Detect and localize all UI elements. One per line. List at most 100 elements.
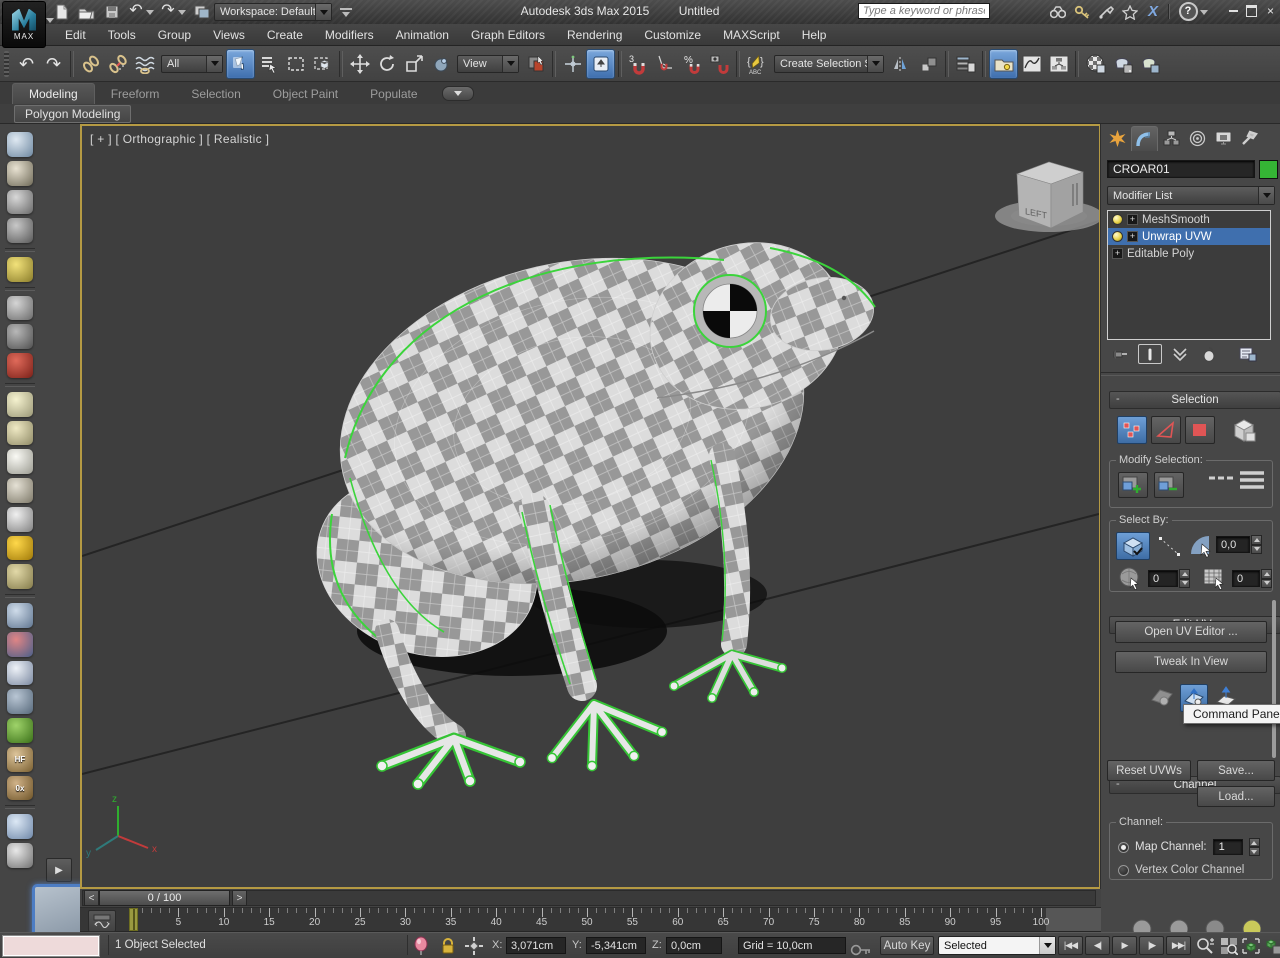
polygon-modeling-panel-button[interactable]: Polygon Modeling [14, 105, 131, 123]
previous-frame-arrow[interactable]: < [84, 890, 99, 906]
ribbon-tab-freeform[interactable]: Freeform [95, 84, 176, 104]
command-panel-scrollbar[interactable] [1272, 600, 1276, 758]
make-unique-button[interactable] [1169, 345, 1191, 363]
expand-plus-icon[interactable]: + [1112, 248, 1123, 259]
plane-primitive-icon[interactable] [7, 392, 33, 417]
fur-ox-icon[interactable]: 0x [7, 776, 33, 801]
key-filter-dropdown[interactable]: Selected [938, 936, 1056, 955]
tab-motion[interactable] [1185, 126, 1210, 150]
render-setup-button[interactable] [1109, 50, 1136, 78]
select-and-manipulate-button[interactable] [427, 50, 454, 78]
map-channel-spinner[interactable] [1249, 838, 1260, 856]
window-crossing-toggle-button[interactable] [309, 50, 336, 78]
current-frame-marker[interactable] [129, 908, 138, 931]
edit-named-selection-sets-button[interactable]: {}ABC [743, 50, 770, 78]
menu-item-maxscript[interactable]: MAXScript [712, 26, 791, 44]
angle-threshold-spinner[interactable] [1251, 535, 1262, 554]
maxscript-mini-listener[interactable] [2, 935, 100, 957]
menu-item-animation[interactable]: Animation [385, 26, 460, 44]
menu-item-group[interactable]: Group [147, 26, 202, 44]
autodesk-exchange-icon[interactable]: X [1143, 2, 1163, 20]
open-mini-curve-editor-button[interactable] [88, 910, 116, 932]
go-to-end-button[interactable]: ▶▶| [1166, 936, 1191, 955]
keyboard-shortcut-override-toggle[interactable] [586, 49, 615, 79]
menu-item-graph-editors[interactable]: Graph Editors [460, 26, 556, 44]
manipulate-cross-icon[interactable] [559, 50, 586, 78]
zoom-mode-button[interactable] [1194, 935, 1216, 956]
communication-center-icon[interactable] [1096, 3, 1116, 21]
tab-modify[interactable] [1131, 126, 1158, 151]
show-end-result-button[interactable] [1138, 344, 1162, 364]
z-coordinate-field[interactable]: 0,0cm [666, 937, 722, 954]
sphere-blue-icon[interactable] [7, 814, 33, 839]
graphite-ribbon-toggle-button[interactable] [989, 49, 1018, 79]
polygon-subobject-button[interactable] [1185, 416, 1215, 444]
smoothing-group-field[interactable]: 0 [1148, 570, 1178, 587]
render-production-button[interactable] [1136, 50, 1163, 78]
named-selection-sets-dropdown[interactable]: Create Selection Se [774, 55, 884, 73]
quick-render-teapot-icon[interactable] [7, 132, 33, 157]
project-workspace-icon[interactable] [192, 3, 212, 21]
toolbar-grip[interactable] [4, 51, 9, 77]
curve-editor-button[interactable] [1018, 50, 1045, 78]
reference-coordinate-system-dropdown[interactable]: View [457, 55, 519, 73]
play-button[interactable]: ▶ [1112, 936, 1137, 955]
object-name-field[interactable]: CROAR01 [1107, 160, 1255, 178]
spinner-snap-toggle-button[interactable] [706, 50, 733, 78]
material-maps-icon[interactable] [7, 843, 33, 868]
menu-item-rendering[interactable]: Rendering [556, 26, 633, 44]
open-uv-editor-button[interactable]: Open UV Editor ... [1115, 621, 1267, 643]
open-file-button[interactable] [76, 3, 96, 21]
menu-item-views[interactable]: Views [202, 26, 256, 44]
grass-icon[interactable] [7, 718, 33, 743]
go-to-start-button[interactable]: |◀◀ [1058, 936, 1083, 955]
select-by-angle-icon[interactable] [1188, 532, 1216, 560]
tab-hierarchy[interactable] [1159, 126, 1184, 150]
previous-frame-button[interactable]: ◀| [1085, 936, 1110, 955]
point-to-point-icon[interactable] [1158, 536, 1182, 558]
peel-icon[interactable] [1204, 918, 1225, 932]
configure-modifier-sets-button[interactable] [1237, 345, 1259, 363]
teapot-primitive-icon[interactable] [7, 478, 33, 503]
next-frame-arrow[interactable]: > [232, 890, 247, 906]
scatter-icon[interactable] [7, 603, 33, 628]
angle-threshold-field[interactable]: 0,0 [1216, 536, 1250, 553]
light-lister-icon[interactable] [7, 257, 33, 282]
video-camera-icon[interactable] [7, 353, 33, 378]
map-channel-input[interactable] [1213, 839, 1243, 855]
percent-snap-toggle-button[interactable]: % [679, 50, 706, 78]
application-menu-button[interactable]: MAX [2, 1, 46, 48]
ring-selection-icon[interactable] [1208, 474, 1234, 482]
cone-primitive-icon[interactable] [7, 507, 33, 532]
shrink-selection-button[interactable] [1154, 472, 1184, 498]
modifier-list-dropdown[interactable]: Modifier List [1107, 186, 1275, 205]
search-binoculars-icon[interactable] [1048, 3, 1068, 21]
peel-icon[interactable] [1131, 918, 1152, 932]
help-search-input[interactable] [858, 3, 990, 19]
tab-display[interactable] [1211, 126, 1236, 150]
select-by-material-id-icon[interactable] [1202, 566, 1228, 592]
undo-button[interactable]: ↶ [126, 2, 146, 20]
daylight-sun-icon[interactable] [7, 536, 33, 561]
ribbon-tab-selection[interactable]: Selection [175, 84, 256, 104]
undo-scene-button[interactable]: ↶ [13, 50, 40, 78]
remove-modifier-button[interactable] [1198, 345, 1220, 363]
select-and-scale-button[interactable] [400, 50, 427, 78]
tab-create[interactable] [1105, 126, 1130, 150]
save-uvws-button[interactable]: Save... [1197, 760, 1275, 781]
select-by-name-button[interactable] [255, 50, 282, 78]
ribbon-config-dropdown[interactable] [442, 86, 474, 101]
pin-stack-button[interactable] [1109, 345, 1131, 363]
modifier-stack-item-meshsmooth[interactable]: +MeshSmooth [1108, 211, 1270, 228]
loop-selection-icon[interactable] [1238, 468, 1266, 494]
render-presets-icon[interactable] [7, 218, 33, 243]
reset-uvws-button[interactable]: Reset UVWs [1107, 760, 1191, 781]
disc-primitive-icon[interactable] [7, 449, 33, 474]
select-by-smoothing-group-icon[interactable] [1118, 566, 1144, 592]
selection-rollout-header[interactable]: -Selection [1109, 391, 1280, 409]
isolate-selection-toggle[interactable] [412, 936, 430, 956]
redo-button[interactable]: ↷ [158, 2, 178, 20]
next-frame-button[interactable]: |▶ [1139, 936, 1164, 955]
toolbar-expand-button[interactable]: ▶ [46, 858, 72, 882]
mirror-button[interactable] [888, 50, 915, 78]
